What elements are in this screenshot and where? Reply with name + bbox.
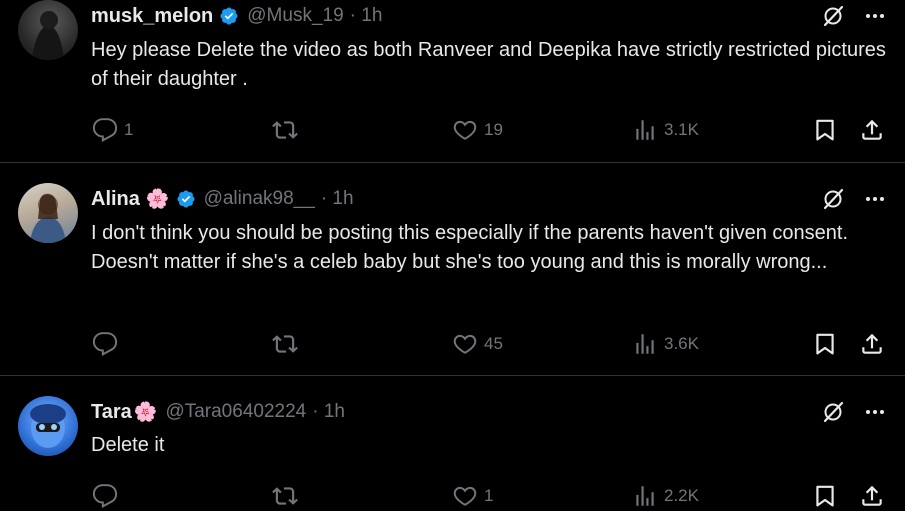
like-button[interactable]: 1 [452, 481, 493, 511]
tweet-header: Tara 🌸 @Tara06402224 · 1h [91, 397, 345, 427]
share-button[interactable] [859, 329, 885, 359]
flower-emoji: 🌸 [133, 402, 158, 423]
grok-icon[interactable] [821, 4, 845, 28]
retweet-button[interactable] [272, 481, 304, 511]
tweet-text: I don't think you should be posting this… [91, 222, 849, 273]
views-count: 2.2K [664, 486, 699, 505]
share-button[interactable] [859, 115, 885, 145]
timestamp[interactable]: · 1h [350, 5, 383, 27]
retweet-icon [272, 483, 298, 509]
like-count: 1 [484, 486, 494, 505]
bookmark-icon [812, 483, 838, 509]
reply-button[interactable] [92, 329, 124, 359]
like-icon [452, 331, 478, 357]
bookmark-icon [812, 331, 838, 357]
bookmark-icon [812, 117, 838, 143]
handle[interactable]: @Tara06402224 [165, 401, 306, 423]
tweet-actions: 45 3.6K [0, 329, 905, 359]
more-icon[interactable] [863, 4, 887, 28]
tweet-top-actions [821, 4, 887, 28]
tweet-header: musk_melon @Musk_19 · 1h [91, 1, 382, 31]
handle[interactable]: @alinak98__ [204, 188, 315, 210]
views-icon [632, 331, 658, 357]
more-icon[interactable] [863, 187, 887, 211]
avatar[interactable] [18, 396, 78, 456]
timestamp[interactable]: · 1h [321, 188, 354, 210]
tweet-actions: 1 2.2K [0, 481, 905, 511]
retweet-icon [272, 331, 298, 357]
views-button[interactable]: 3.6K [632, 329, 699, 359]
share-icon [859, 117, 885, 143]
reply-icon [92, 331, 118, 357]
handle[interactable]: @Musk_19 [247, 5, 343, 27]
views-icon [632, 483, 658, 509]
like-icon [452, 483, 478, 509]
views-icon [632, 117, 658, 143]
tweet-top-actions [821, 187, 887, 211]
share-icon [859, 331, 885, 357]
bookmark-button[interactable] [812, 481, 838, 511]
reply-button[interactable]: 1 [92, 115, 133, 145]
like-button[interactable]: 19 [452, 115, 503, 145]
tweet-2[interactable]: Alina 🌸 @alinak98__ · 1h I don't think y… [0, 163, 905, 375]
avatar[interactable] [18, 0, 78, 60]
retweet-button[interactable] [272, 115, 304, 145]
verified-badge-icon [219, 6, 239, 26]
share-icon [859, 483, 885, 509]
tweet-header: Alina 🌸 @alinak98__ · 1h [91, 184, 354, 214]
like-count: 45 [484, 334, 503, 353]
share-button[interactable] [859, 481, 885, 511]
reply-icon [92, 117, 118, 143]
reply-button[interactable] [92, 481, 124, 511]
bookmark-button[interactable] [812, 329, 838, 359]
tweet-1[interactable]: musk_melon @Musk_19 · 1h Hey please Dele… [0, 0, 905, 162]
bookmark-button[interactable] [812, 115, 838, 145]
views-count: 3.6K [664, 334, 699, 353]
display-name[interactable]: musk_melon [91, 5, 213, 28]
views-count: 3.1K [664, 120, 699, 139]
reply-count: 1 [124, 120, 134, 139]
retweet-button[interactable] [272, 329, 304, 359]
tweet-3[interactable]: Tara 🌸 @Tara06402224 · 1h Delete it 1 2.… [0, 376, 905, 509]
reply-icon [92, 483, 118, 509]
like-button[interactable]: 45 [452, 329, 503, 359]
like-icon [452, 117, 478, 143]
views-button[interactable]: 2.2K [632, 481, 699, 511]
flower-emoji: 🌸 [145, 189, 170, 210]
retweet-icon [272, 117, 298, 143]
more-icon[interactable] [863, 400, 887, 424]
grok-icon[interactable] [821, 400, 845, 424]
grok-icon[interactable] [821, 187, 845, 211]
avatar[interactable] [18, 183, 78, 243]
tweet-actions: 1 19 3.1K [0, 115, 905, 145]
verified-badge-icon [176, 189, 196, 209]
tweet-text: Hey please Delete the video as both Ranv… [91, 39, 886, 90]
views-button[interactable]: 3.1K [632, 115, 699, 145]
timestamp[interactable]: · 1h [312, 401, 345, 423]
display-name[interactable]: Tara [91, 401, 132, 424]
tweet-top-actions [821, 400, 887, 424]
like-count: 19 [484, 120, 503, 139]
tweet-text: Delete it [91, 434, 165, 456]
display-name[interactable]: Alina [91, 188, 140, 211]
